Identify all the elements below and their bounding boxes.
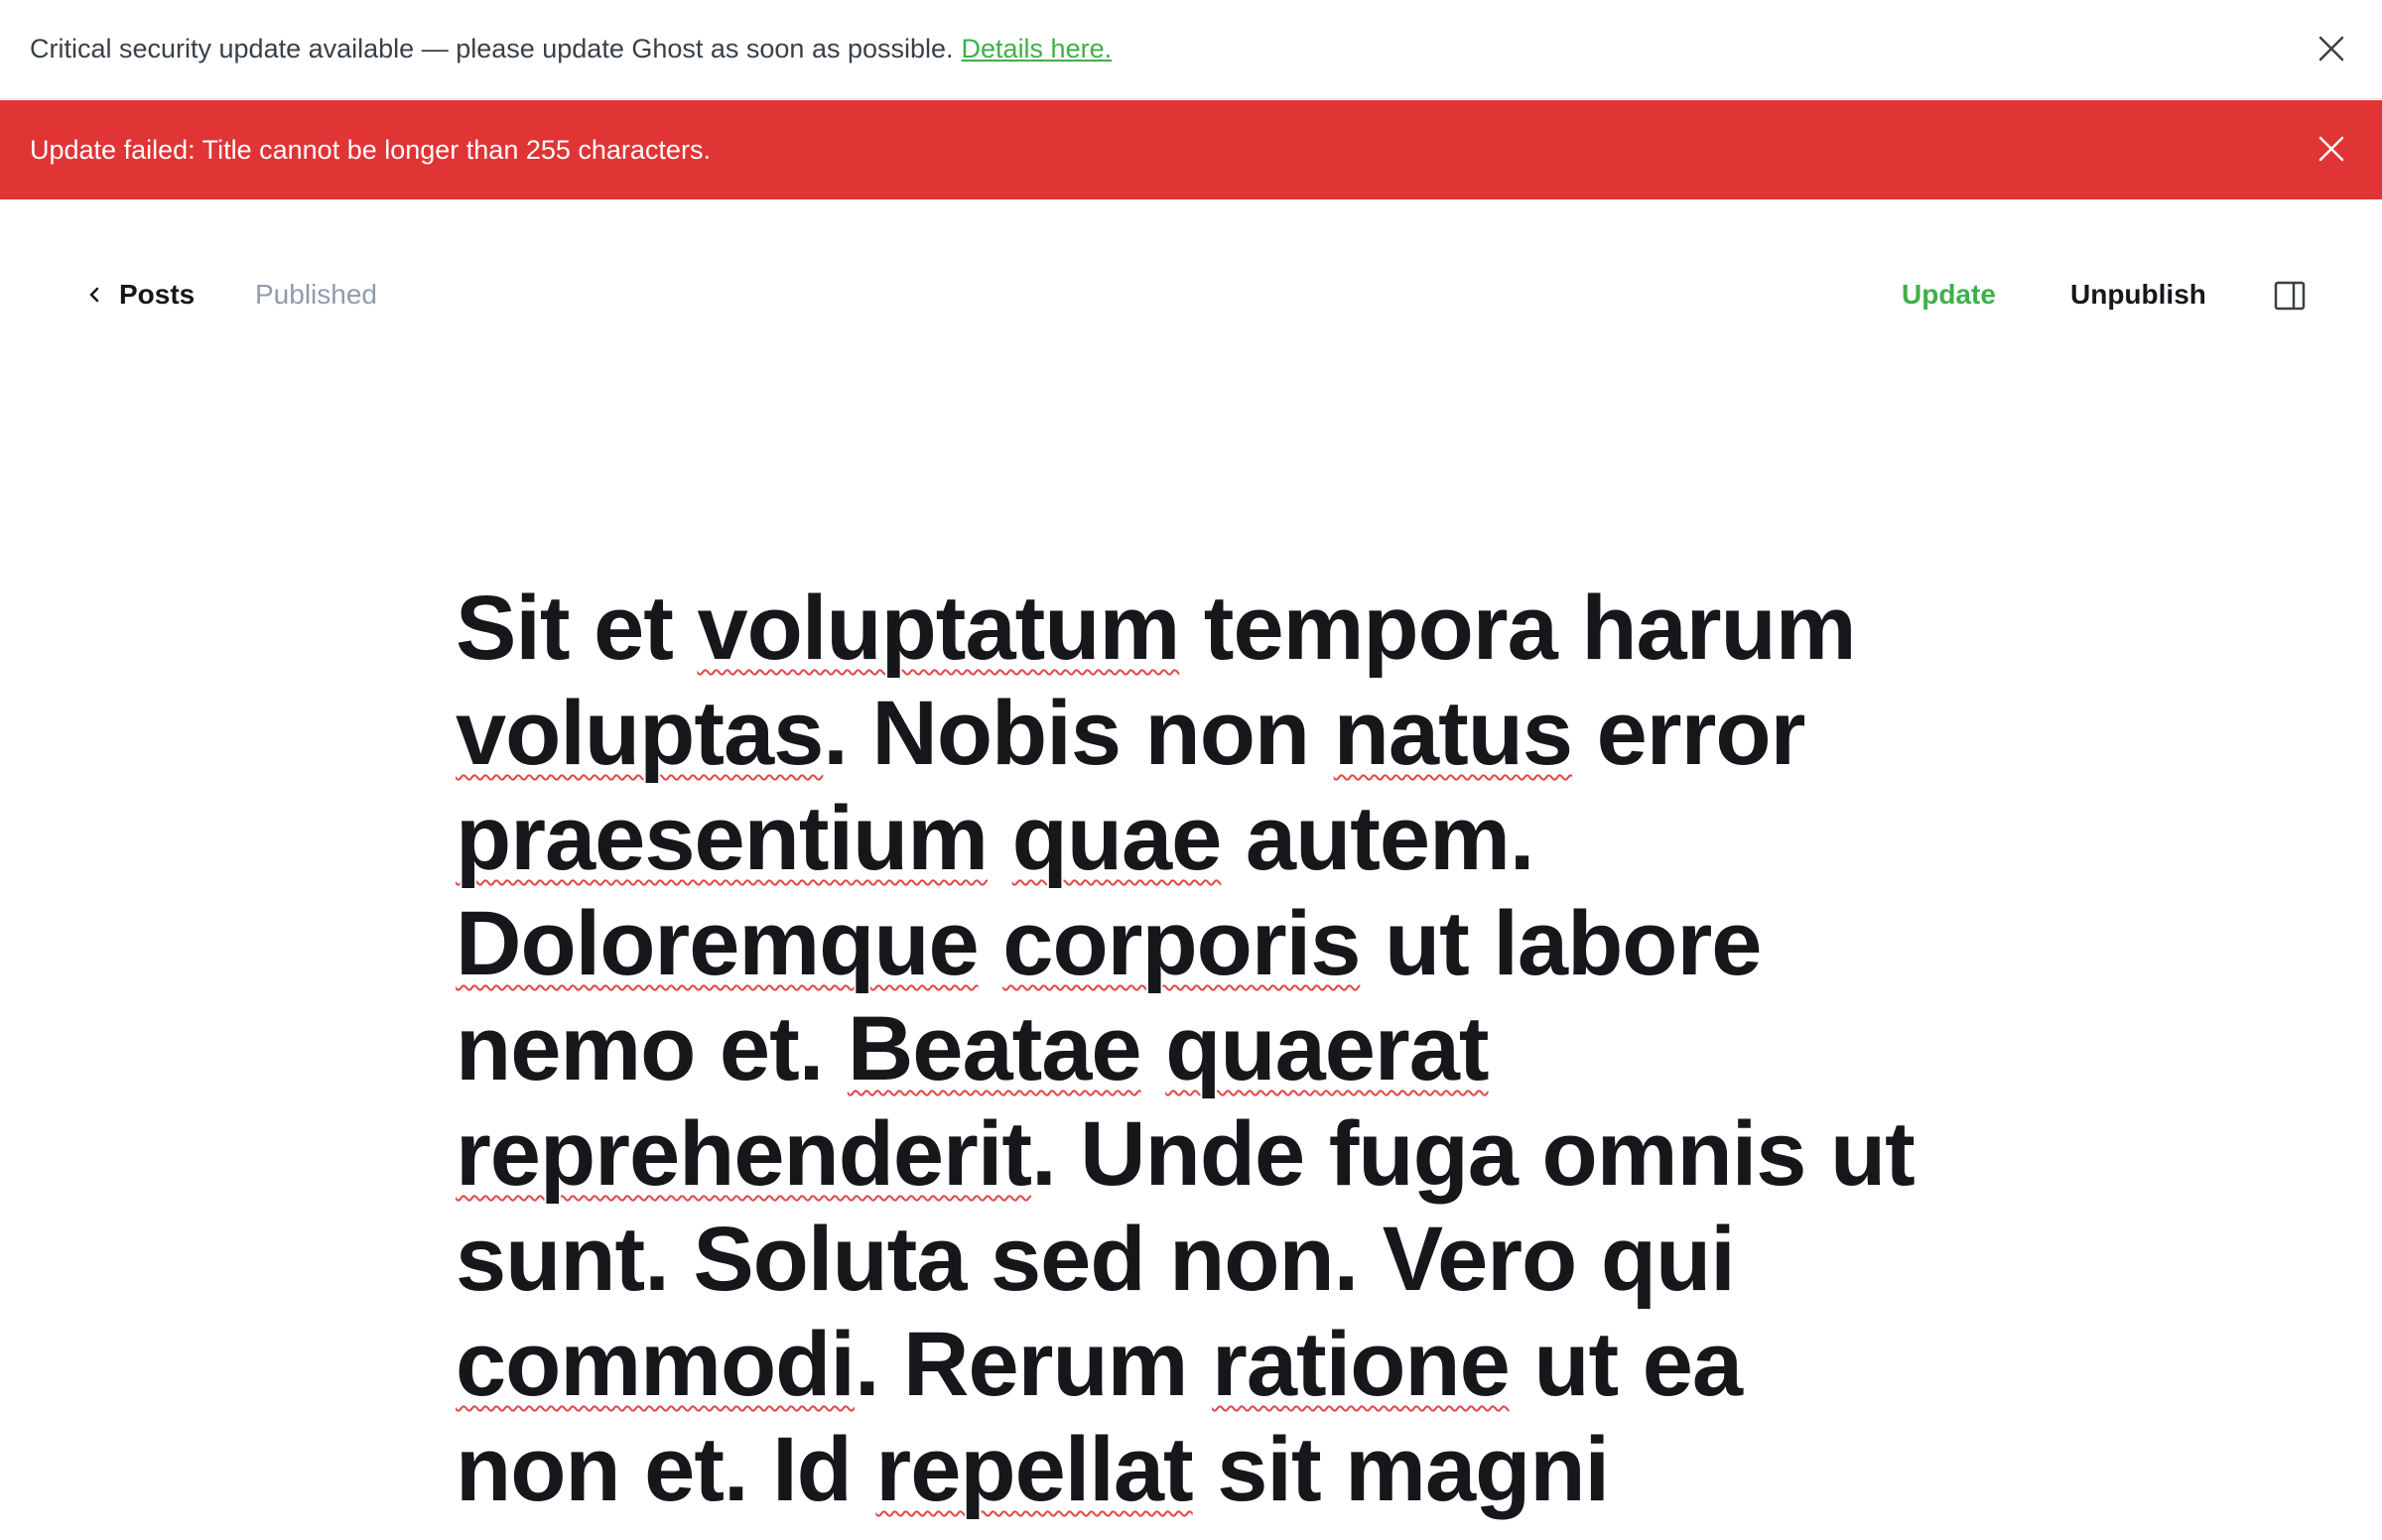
error-notification: Update failed: Title cannot be longer th… <box>0 100 2382 199</box>
misspelled-word: corporis <box>1002 893 1361 994</box>
misspelled-word: voluptatum <box>697 578 1180 679</box>
post-title[interactable]: Sit et voluptatum tempora harum voluptas… <box>456 576 1924 1522</box>
misspelled-word: ratione <box>1212 1314 1511 1415</box>
post-status: Published <box>255 279 377 310</box>
update-button[interactable]: Update <box>1902 271 1996 319</box>
misspelled-word: voluptas <box>456 683 824 784</box>
editor-toolbar: Posts Published Update Unpublish <box>0 199 2382 388</box>
back-to-posts-button[interactable]: Posts <box>85 271 195 319</box>
error-message: Update failed: Title cannot be longer th… <box>30 134 711 165</box>
details-link[interactable]: Details here. <box>962 34 1113 64</box>
title-text: Sit et <box>456 578 698 679</box>
close-icon[interactable] <box>2315 132 2348 166</box>
misspelled-word: repellat <box>875 1419 1193 1520</box>
misspelled-word: praesentium <box>456 788 989 889</box>
misspelled-word: commodi <box>456 1314 856 1415</box>
title-text: sit magni <box>1192 1419 1610 1520</box>
title-text <box>1141 998 1166 1099</box>
misspelled-word: Doloremque <box>456 893 980 994</box>
title-text: . Rerum <box>854 1314 1213 1415</box>
title-text: error <box>1572 683 1806 784</box>
misspelled-word: quaerat <box>1165 998 1489 1099</box>
misspelled-word: quae <box>1011 788 1223 889</box>
back-label: Posts <box>119 279 196 310</box>
title-text: autem. <box>1221 788 1535 889</box>
sidebar-panel-icon[interactable] <box>2273 279 2307 313</box>
security-banner-message: Critical security update available — ple… <box>30 34 954 64</box>
misspelled-word: natus <box>1333 683 1573 784</box>
unpublish-button[interactable]: Unpublish <box>2070 271 2206 319</box>
close-icon[interactable] <box>2315 32 2348 65</box>
title-text <box>979 893 1003 994</box>
post-editor: Sit et voluptatum tempora harum voluptas… <box>456 576 1924 1522</box>
chevron-left-icon <box>89 287 99 303</box>
title-text: tempora harum <box>1179 578 1857 679</box>
security-update-banner: Critical security update available — ple… <box>0 0 2382 99</box>
misspelled-word: Beatae <box>847 998 1142 1099</box>
title-text: . Nobis non <box>823 683 1334 784</box>
misspelled-word: reprehenderit <box>456 1103 1032 1205</box>
title-text <box>988 788 1012 889</box>
